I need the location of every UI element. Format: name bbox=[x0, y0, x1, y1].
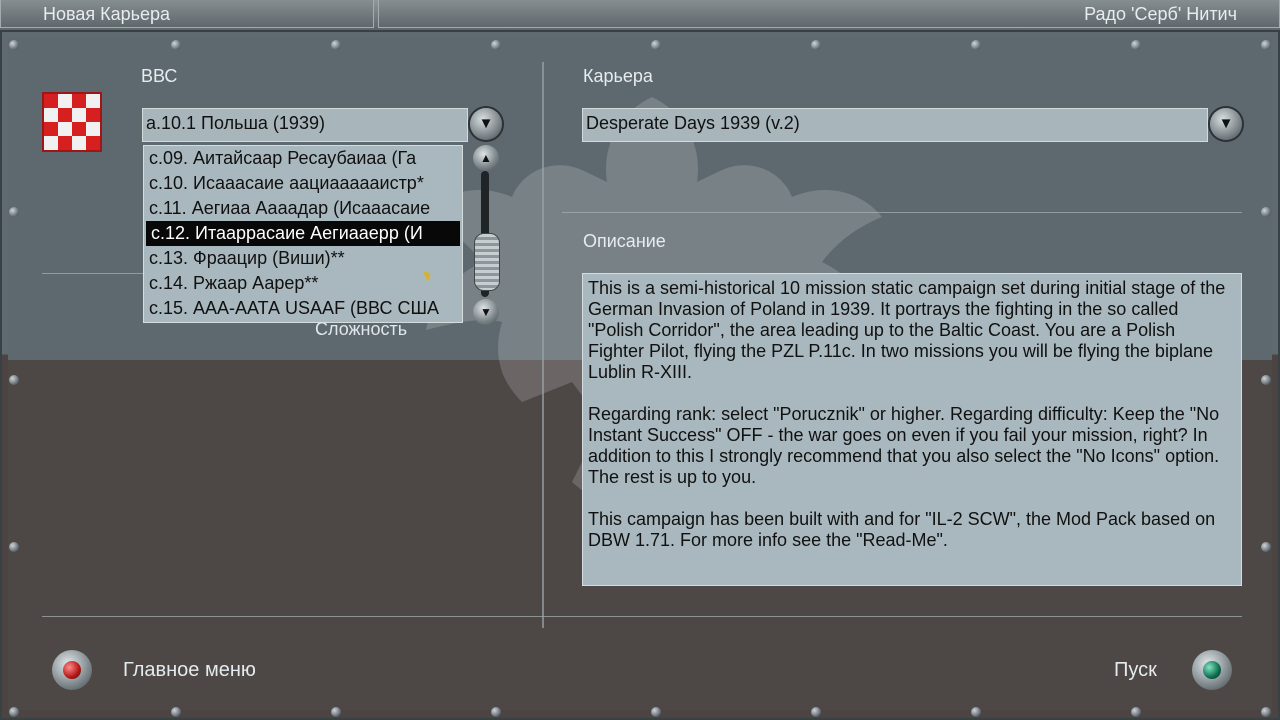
chevron-down-icon: ▼ bbox=[478, 115, 494, 132]
list-item[interactable]: с.09. Аитайсаар Ресаубаиаа (Га bbox=[144, 146, 462, 171]
rivet bbox=[9, 40, 19, 50]
air-force-label: ВВС bbox=[141, 66, 178, 86]
air-force-selected: а.10.1 Польша (1939) bbox=[146, 113, 325, 133]
air-force-list[interactable]: с.09. Аитайсаар Ресаубаиаа (Га с.10. Иса… bbox=[143, 145, 463, 323]
description-box: This is a semi-historical 10 mission sta… bbox=[582, 273, 1242, 586]
polish-checkerboard-icon bbox=[42, 92, 102, 152]
rivet bbox=[1261, 542, 1271, 552]
rivet bbox=[1261, 707, 1271, 717]
list-item-selected[interactable]: с.12. Итаарраcаие Аегиааерр (И bbox=[146, 221, 460, 246]
list-item[interactable]: с.10. Исааасаие аациаааааистр* bbox=[144, 171, 462, 196]
air-force-dropdown-button[interactable]: ▼ bbox=[470, 108, 502, 140]
red-lamp-icon bbox=[63, 661, 81, 679]
list-scrollbar[interactable]: ▲ ▼ bbox=[465, 145, 505, 325]
start-button[interactable] bbox=[1192, 650, 1232, 690]
rivet bbox=[971, 707, 981, 717]
scroll-down-button[interactable]: ▼ bbox=[473, 299, 499, 325]
description-paragraph: Regarding rank: select "Porucznik" or hi… bbox=[588, 404, 1220, 487]
rivet bbox=[1261, 375, 1271, 385]
start-label[interactable]: Пуск bbox=[1114, 659, 1157, 682]
rivet bbox=[9, 375, 19, 385]
career-selected: Desperate Days 1939 (v.2) bbox=[586, 113, 800, 133]
rivet bbox=[331, 40, 341, 50]
rivet bbox=[1261, 40, 1271, 50]
vertical-divider bbox=[542, 62, 544, 628]
air-force-select[interactable]: а.10.1 Польша (1939) bbox=[142, 108, 468, 142]
chevron-down-icon: ▼ bbox=[480, 305, 492, 319]
main-menu-button[interactable] bbox=[52, 650, 92, 690]
rivet bbox=[331, 707, 341, 717]
chevron-down-icon: ▼ bbox=[1218, 115, 1234, 132]
rivet bbox=[1261, 207, 1271, 217]
rivet bbox=[971, 40, 981, 50]
career-dropdown-button[interactable]: ▼ bbox=[1210, 108, 1242, 140]
rivet bbox=[9, 542, 19, 552]
pilot-name: Радо 'Серб' Нитич bbox=[1084, 4, 1237, 24]
main-panel: ВВС а.10.1 Польша (1939) ▼ с.09. Аитайса… bbox=[0, 30, 1280, 720]
rivet bbox=[491, 707, 501, 717]
rivet bbox=[651, 40, 661, 50]
description-label: Описание bbox=[583, 231, 666, 251]
description-paragraph: This campaign has been built with and fo… bbox=[588, 509, 1216, 550]
description-paragraph: This is a semi-historical 10 mission sta… bbox=[588, 278, 1226, 382]
rivet bbox=[651, 707, 661, 717]
list-item[interactable]: с.15. ААА-ААТА USAAF (ВВС США bbox=[144, 296, 462, 321]
rivet bbox=[491, 40, 501, 50]
scroll-thumb[interactable] bbox=[474, 233, 500, 291]
title-left-segment: Новая Карьера bbox=[0, 0, 374, 28]
title-bar: Новая Карьера Радо 'Серб' Нитич bbox=[0, 0, 1280, 31]
rivet bbox=[1131, 707, 1141, 717]
green-lamp-icon bbox=[1203, 661, 1221, 679]
scroll-up-button[interactable]: ▲ bbox=[473, 145, 499, 171]
main-menu-label[interactable]: Главное меню bbox=[123, 659, 256, 682]
right-divider bbox=[562, 212, 1242, 213]
rivet bbox=[171, 40, 181, 50]
rivet bbox=[9, 707, 19, 717]
list-item[interactable]: с.13. Фраацир (Виши)** bbox=[144, 246, 462, 271]
list-item[interactable]: с.11. Аегиаа Аааадар (Исааасаие bbox=[144, 196, 462, 221]
list-item[interactable]: с.14. Ржаар Аарер** bbox=[144, 271, 462, 296]
rivet bbox=[171, 707, 181, 717]
title-right-segment: Радо 'Серб' Нитич bbox=[378, 0, 1280, 28]
bottom-divider bbox=[42, 616, 1242, 617]
rivet bbox=[811, 40, 821, 50]
rivet bbox=[1131, 40, 1141, 50]
career-select[interactable]: Desperate Days 1939 (v.2) bbox=[582, 108, 1208, 142]
career-label: Карьера bbox=[583, 66, 653, 86]
rivet bbox=[9, 207, 19, 217]
chevron-up-icon: ▲ bbox=[480, 151, 492, 165]
rivet bbox=[811, 707, 821, 717]
screen-title: Новая Карьера bbox=[43, 4, 171, 24]
difficulty-label: Сложность bbox=[315, 319, 408, 339]
